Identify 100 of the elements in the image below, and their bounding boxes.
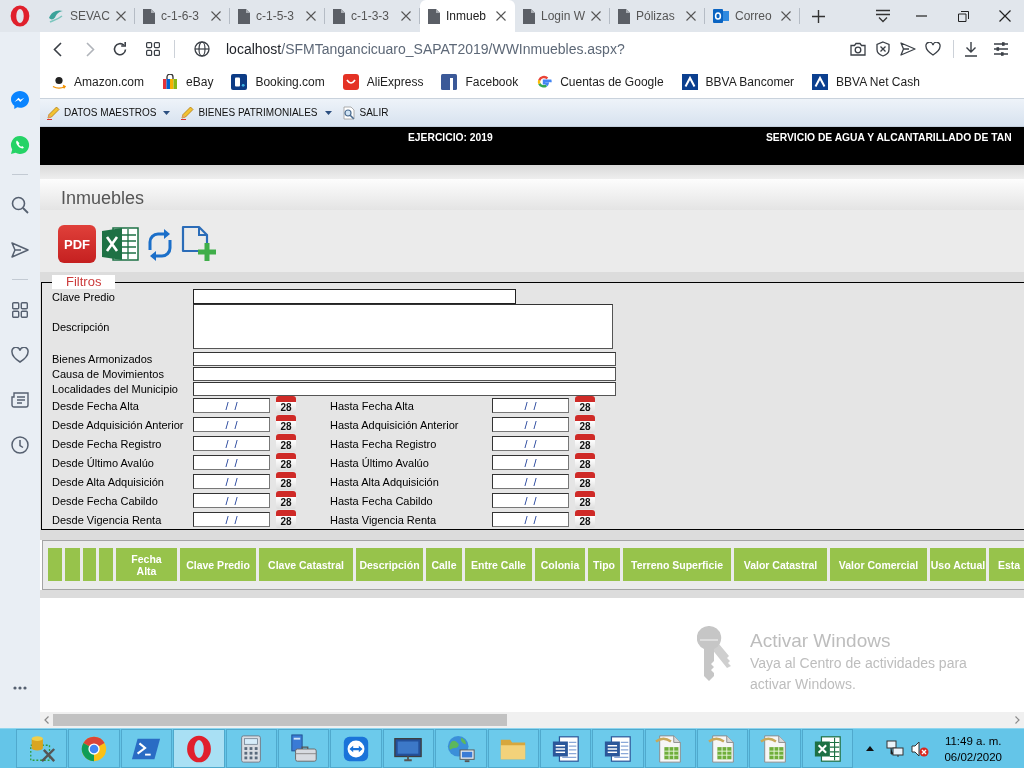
close-tab-icon[interactable] xyxy=(686,11,696,21)
caret-icon[interactable] xyxy=(866,746,875,751)
taskbar-button[interactable] xyxy=(277,729,330,768)
date-field[interactable]: / / xyxy=(492,417,569,432)
close-tab-icon[interactable] xyxy=(781,11,791,21)
clock-icon[interactable] xyxy=(11,435,29,454)
heart-icon[interactable] xyxy=(925,42,941,56)
square-logo-icon xyxy=(231,74,248,90)
ring-logo-icon[interactable] xyxy=(9,5,31,27)
grid-icon[interactable] xyxy=(146,42,160,56)
add-document-icon[interactable] xyxy=(181,225,217,262)
bookmark-link[interactable]: Facebook xyxy=(441,74,519,90)
column-header xyxy=(65,548,80,581)
more-icon[interactable] xyxy=(13,685,27,690)
close-tab-icon[interactable] xyxy=(116,11,126,21)
column-header: Colonia xyxy=(535,548,585,581)
clock-time[interactable]: 11:49 a. m. xyxy=(944,732,1002,749)
bookmark-link[interactable]: BBVA Net Cash xyxy=(812,74,920,90)
calendar-button[interactable]: 28 xyxy=(276,414,296,433)
chat-bubble-icon[interactable] xyxy=(10,89,30,110)
shield-icon[interactable] xyxy=(875,41,891,57)
bookmark-link[interactable]: Amazon.com xyxy=(52,74,145,90)
muted-speaker-icon[interactable] xyxy=(911,739,930,758)
taskbar-button[interactable] xyxy=(539,729,592,768)
calendar-button[interactable]: 28 xyxy=(276,509,296,528)
date-field[interactable]: / / xyxy=(193,493,270,508)
date-field[interactable]: / / xyxy=(492,512,569,527)
calendar-button[interactable]: 28 xyxy=(276,433,296,452)
taskbar-button[interactable] xyxy=(330,729,382,768)
network-icon[interactable] xyxy=(886,739,905,758)
calendar-button[interactable]: 28 xyxy=(575,414,595,433)
close-tab-icon[interactable] xyxy=(306,11,316,21)
date-field[interactable]: / / xyxy=(492,455,569,470)
news-icon[interactable] xyxy=(11,391,29,408)
bookmark-link[interactable]: Booking.com xyxy=(231,74,325,90)
taskbar-button[interactable] xyxy=(173,729,225,768)
calendar-button[interactable]: 28 xyxy=(276,490,296,509)
text-field[interactable] xyxy=(193,351,616,366)
send-icon[interactable] xyxy=(900,42,916,56)
download-icon[interactable] xyxy=(964,41,978,57)
menu-item[interactable]: DATOS MAESTROS xyxy=(43,102,174,123)
date-field[interactable]: / / xyxy=(492,436,569,451)
close-tab-icon[interactable] xyxy=(401,11,411,21)
taskbar-button[interactable] xyxy=(801,729,854,768)
close-tab-icon[interactable] xyxy=(591,11,602,21)
clock-date[interactable]: 06/02/2020 xyxy=(944,748,1002,765)
scrollbar-thumb[interactable] xyxy=(53,714,507,726)
column-header xyxy=(83,548,96,581)
restore-icon[interactable] xyxy=(958,10,969,22)
calendar-button[interactable]: 28 xyxy=(575,490,595,509)
text-field[interactable] xyxy=(193,289,516,304)
new-tab-icon[interactable] xyxy=(812,9,825,23)
grid-icon[interactable] xyxy=(12,301,28,318)
date-field[interactable]: / / xyxy=(492,398,569,413)
bookmark-link[interactable]: eBay xyxy=(162,74,214,90)
calendar-button[interactable]: 28 xyxy=(575,471,595,490)
date-field[interactable]: / / xyxy=(193,474,270,489)
close-tab-icon[interactable] xyxy=(496,11,506,21)
date-field[interactable]: / / xyxy=(193,417,270,432)
taskbar-button[interactable] xyxy=(592,729,644,768)
text-field[interactable] xyxy=(193,366,616,381)
taskbar-button[interactable] xyxy=(225,729,277,768)
calendar-button[interactable]: 28 xyxy=(276,452,296,471)
reload-icon[interactable] xyxy=(112,41,128,57)
settings-icon[interactable] xyxy=(993,42,1009,56)
document-icon xyxy=(238,8,250,24)
menu-item[interactable]: SALIR xyxy=(338,102,392,123)
date-field[interactable]: / / xyxy=(492,474,569,489)
search-icon[interactable] xyxy=(11,195,29,214)
bookmark-link[interactable]: Cuentas de Google xyxy=(536,74,664,90)
menu-item[interactable]: BIENES PATRIMONIALES xyxy=(177,102,335,123)
pdf-button[interactable]: PDF xyxy=(58,225,96,263)
browser-tab[interactable]: Inmueb xyxy=(420,0,515,32)
bookmark-link[interactable]: BBVA Bancomer xyxy=(681,74,795,90)
date-field[interactable]: / / xyxy=(193,436,270,451)
close-icon[interactable] xyxy=(999,10,1011,22)
send-icon[interactable] xyxy=(11,241,29,258)
date-field[interactable]: / / xyxy=(492,493,569,508)
close-tab-icon[interactable] xyxy=(211,11,221,21)
camera-icon[interactable] xyxy=(850,42,866,56)
notice-text: Vaya al Centro de actividades para activar Windows. xyxy=(750,654,968,694)
tab-menu-icon[interactable] xyxy=(875,9,891,23)
taskbar-button[interactable] xyxy=(382,729,435,768)
date-field[interactable]: / / xyxy=(193,455,270,470)
address-field[interactable]: localhost/SFMTangancicuaro_SAPAT2019/WWInmuebles.aspx? xyxy=(226,41,625,57)
date-field[interactable]: / / xyxy=(193,512,270,527)
taskbar-button[interactable] xyxy=(16,729,68,768)
text-area[interactable] xyxy=(193,304,613,349)
back-icon[interactable] xyxy=(53,41,62,57)
calendar-button[interactable]: 28 xyxy=(276,471,296,490)
bookmark-link[interactable]: AliExpress xyxy=(342,74,424,90)
scroll-left-icon[interactable] xyxy=(44,716,49,724)
calendar-button[interactable]: 28 xyxy=(575,452,595,471)
calendar-button[interactable]: 28 xyxy=(575,509,595,528)
spreadsheet-icon[interactable] xyxy=(101,225,139,263)
scroll-right-icon[interactable] xyxy=(1015,716,1020,724)
text-field[interactable] xyxy=(193,381,616,396)
heart-icon[interactable] xyxy=(11,346,29,363)
date-field[interactable]: / / xyxy=(193,398,270,413)
calendar-button[interactable]: 28 xyxy=(575,433,595,452)
